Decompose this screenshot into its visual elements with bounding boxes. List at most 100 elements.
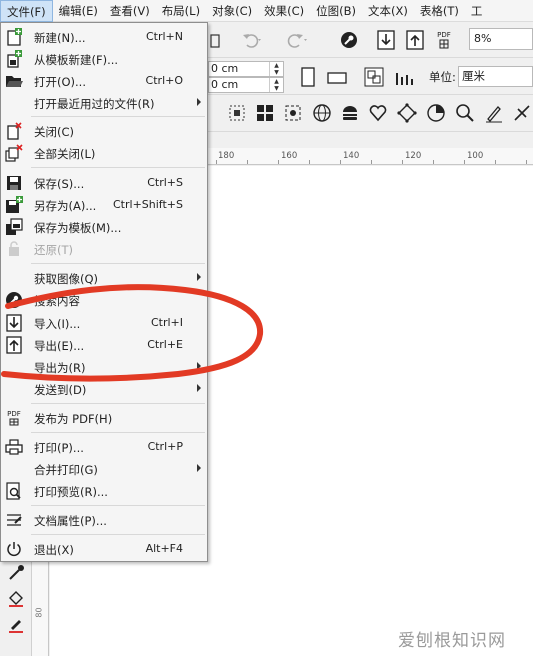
export-icon <box>4 336 24 354</box>
fill-bucket-icon[interactable] <box>5 588 27 610</box>
unit-select[interactable]: 厘米 <box>458 66 533 87</box>
undo-icon[interactable] <box>240 30 264 50</box>
height-input[interactable]: 0 cm ▲ ▼ <box>208 77 284 93</box>
menu-item-close[interactable]: 关闭(C) <box>1 120 207 142</box>
import-icon[interactable] <box>375 29 397 51</box>
file-menu: 新建(N)... Ctrl+N 从模板新建(F)... 打开(O)... Ctr… <box>0 22 208 562</box>
menu-item-open-recent[interactable]: 打开最近用过的文件(R) <box>1 92 207 114</box>
menu-item-label: 导入(I)... <box>34 317 81 331</box>
publish-pdf-icon[interactable]: PDF <box>432 28 456 52</box>
width-input[interactable]: 0 cm ▲ ▼ <box>208 61 284 77</box>
menu-edit[interactable]: 编辑(E) <box>53 0 104 22</box>
ruler-tick-label: 180 <box>218 151 235 161</box>
menu-item-label: 打印(P)... <box>34 441 84 455</box>
menu-text[interactable]: 文本(X) <box>362 0 414 22</box>
menu-item-export-as[interactable]: 导出为(R) <box>1 356 207 378</box>
menu-item-exit[interactable]: 退出(X) Alt+F4 <box>1 538 207 560</box>
diamond-dots-icon[interactable] <box>396 101 418 125</box>
all-pages-icon[interactable] <box>363 66 385 88</box>
menu-item-label: 全部关闭(L) <box>34 147 96 161</box>
submenu-arrow-icon <box>197 98 201 106</box>
menu-item-new-from-template[interactable]: 从模板新建(F)... <box>1 48 207 70</box>
unit-label: 单位: <box>429 70 456 84</box>
heart-icon[interactable] <box>367 101 389 125</box>
redo-icon[interactable] <box>284 30 308 50</box>
menu-item-new[interactable]: 新建(N)... Ctrl+N <box>1 26 207 48</box>
menu-item-shortcut: Ctrl+Shift+S <box>113 198 183 211</box>
menu-tools[interactable]: 工 <box>465 0 489 22</box>
frame-icon[interactable] <box>282 101 304 125</box>
menu-item-search-content[interactable]: 搜索内容 <box>1 289 207 311</box>
menu-item-label: 退出(X) <box>34 543 74 557</box>
landscape-icon[interactable] <box>326 68 348 88</box>
menu-item-close-all[interactable]: 全部关闭(L) <box>1 142 207 164</box>
search-content-icon <box>4 291 24 309</box>
magnifier-icon[interactable] <box>454 101 476 125</box>
pie-icon[interactable] <box>425 101 447 125</box>
grid-dotted-icon[interactable] <box>226 101 248 125</box>
burger-icon[interactable] <box>339 101 361 125</box>
submenu-arrow-icon <box>197 384 201 392</box>
toolbar-icon-partial[interactable] <box>209 32 221 50</box>
menu-file[interactable]: 文件(F) <box>0 0 53 22</box>
menu-item-document-properties[interactable]: 文档属性(P)... <box>1 509 207 531</box>
menu-table[interactable]: 表格(T) <box>414 0 465 22</box>
menu-item-label: 发送到(D) <box>34 383 87 397</box>
revert-icon <box>4 240 24 258</box>
pen-icon[interactable] <box>483 101 505 125</box>
menu-bitmaps[interactable]: 位图(B) <box>310 0 362 22</box>
close-all-icon <box>4 144 24 162</box>
menu-item-save[interactable]: 保存(S)... Ctrl+S <box>1 172 207 194</box>
menu-separator <box>31 534 205 535</box>
portrait-icon[interactable] <box>298 66 318 88</box>
menu-item-shortcut: Ctrl+O <box>145 74 183 87</box>
vertical-ruler-tick: 80 <box>34 607 44 618</box>
menu-item-label: 导出(E)... <box>34 339 85 353</box>
menu-item-label: 关闭(C) <box>34 125 75 139</box>
menu-item-print-preview[interactable]: 打印预览(R)... <box>1 480 207 502</box>
menu-item-label: 文档属性(P)... <box>34 514 107 528</box>
eyedropper-icon[interactable] <box>5 562 27 584</box>
menu-item-label: 从模板新建(F)... <box>34 53 119 67</box>
menu-item-import[interactable]: 导入(I)... Ctrl+I <box>1 312 207 334</box>
grid-icon[interactable] <box>254 101 276 125</box>
menu-view[interactable]: 查看(V) <box>104 0 156 22</box>
outline-pen-icon[interactable] <box>5 614 27 636</box>
menu-item-export[interactable]: 导出(E)... Ctrl+E <box>1 334 207 356</box>
menu-separator <box>31 432 205 433</box>
menu-item-send-to[interactable]: 发送到(D) <box>1 378 207 400</box>
submenu-arrow-icon <box>197 273 201 281</box>
menu-item-print-merge[interactable]: 合并打印(G) <box>1 458 207 480</box>
menu-item-label: 保存为模板(M)... <box>34 221 122 235</box>
current-page-icon[interactable] <box>393 66 415 88</box>
pdf-icon: PDF <box>4 409 24 427</box>
menu-item-publish-pdf[interactable]: PDF 发布为 PDF(H) <box>1 407 207 429</box>
toolbox <box>0 560 32 656</box>
menu-separator <box>31 403 205 404</box>
menu-object[interactable]: 对象(C) <box>206 0 258 22</box>
globe-icon[interactable] <box>311 101 333 125</box>
menu-item-save-as-template[interactable]: 保存为模板(M)... <box>1 216 207 238</box>
submenu-arrow-icon <box>197 362 201 370</box>
menu-item-shortcut: Alt+F4 <box>145 542 183 555</box>
app-window: 文件(F) 编辑(E) 查看(V) 布局(L) 对象(C) 效果(C) 位图(B… <box>0 0 533 656</box>
height-spinner[interactable]: ▲ ▼ <box>269 78 283 92</box>
knife-icon[interactable] <box>511 101 533 125</box>
menu-item-save-as[interactable]: 另存为(A)... Ctrl+Shift+S <box>1 194 207 216</box>
menu-item-shortcut: Ctrl+N <box>145 30 183 43</box>
menu-effects[interactable]: 效果(C) <box>258 0 310 22</box>
search-content-icon[interactable] <box>338 29 360 51</box>
new-doc-icon <box>4 28 24 46</box>
menu-item-acquire-image[interactable]: 获取图像(Q) <box>1 267 207 289</box>
menu-layout[interactable]: 布局(L) <box>156 0 206 22</box>
export-icon[interactable] <box>404 29 426 51</box>
menu-item-shortcut: Ctrl+I <box>150 316 183 329</box>
menu-item-label: 保存(S)... <box>34 177 85 191</box>
zoom-level-input[interactable]: 8% <box>469 28 533 50</box>
menu-item-label: 打开最近用过的文件(R) <box>34 97 155 111</box>
menu-separator <box>31 167 205 168</box>
menu-item-label: 获取图像(Q) <box>34 272 99 286</box>
menu-item-open[interactable]: 打开(O)... Ctrl+O <box>1 70 207 92</box>
menu-item-print[interactable]: 打印(P)... Ctrl+P <box>1 436 207 458</box>
width-spinner[interactable]: ▲ ▼ <box>269 62 283 76</box>
